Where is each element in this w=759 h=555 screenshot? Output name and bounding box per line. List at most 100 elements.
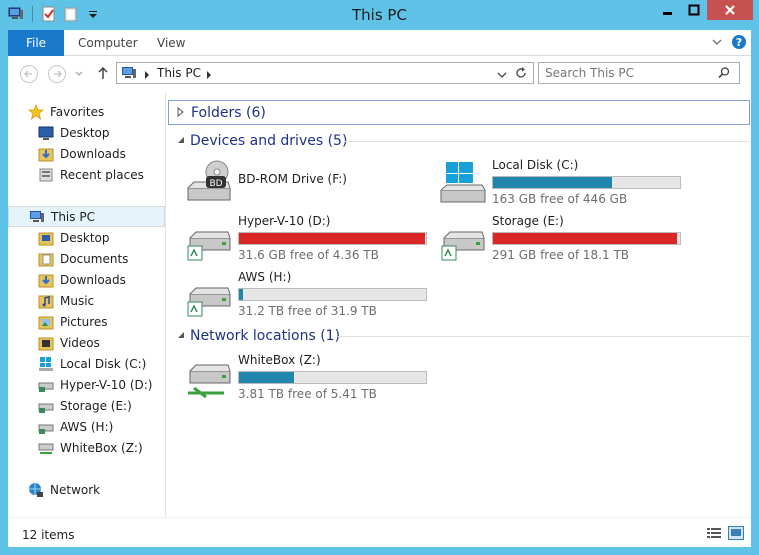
folders-group-header[interactable]: Folders (6) xyxy=(168,100,750,125)
drive-hyper-v-d[interactable]: Hyper-V-10 (D:) 31.6 GB free of 4.36 TB xyxy=(184,214,434,264)
sidebar-item-hyper-v-d[interactable]: Hyper-V-10 (D:) xyxy=(8,374,165,395)
breadcrumb-chevron-icon[interactable] xyxy=(205,69,213,83)
disk-drive-icon xyxy=(38,419,54,435)
back-button[interactable] xyxy=(20,65,38,83)
help-icon[interactable]: ? xyxy=(731,34,747,53)
title-bar: This PC xyxy=(0,0,759,30)
drive-storage-e[interactable]: Storage (E:) 291 GB free of 18.1 TB xyxy=(438,214,688,264)
breadcrumb-this-pc[interactable]: This PC xyxy=(157,66,201,80)
close-icon xyxy=(725,5,735,15)
up-arrow-icon[interactable] xyxy=(96,65,110,84)
sidebar-item-label: Storage (E:) xyxy=(60,398,132,413)
bd-rom-drive-icon: BD xyxy=(184,160,234,206)
drive-local-disk-c[interactable]: Local Disk (C:) 163 GB free of 446 GB xyxy=(438,158,688,208)
details-view-icon[interactable] xyxy=(706,526,722,540)
network-drive-icon xyxy=(38,440,54,456)
drive-usage-bar xyxy=(492,232,681,245)
sidebar-item-recent-places[interactable]: Recent places xyxy=(8,164,165,185)
sidebar-item-label: Downloads xyxy=(60,272,126,287)
sidebar-item-local-disk-c[interactable]: Local Disk (C:) xyxy=(8,353,165,374)
sidebar-item-label: Downloads xyxy=(60,146,126,161)
this-pc-icon xyxy=(121,65,137,84)
sidebar-item-documents[interactable]: Documents xyxy=(8,248,165,269)
sidebar-item-music[interactable]: Music xyxy=(8,290,165,311)
sidebar-item-pc-downloads[interactable]: Downloads xyxy=(8,269,165,290)
sidebar-item-label: Recent places xyxy=(60,167,144,182)
recent-places-icon xyxy=(38,167,54,183)
disk-drive-icon xyxy=(184,272,234,318)
search-box[interactable] xyxy=(538,62,740,84)
sidebar-item-label: Pictures xyxy=(60,314,108,329)
sidebar-item-whitebox-z[interactable]: WhiteBox (Z:) xyxy=(8,437,165,458)
network-drive-icon xyxy=(184,355,234,401)
tab-computer[interactable]: Computer xyxy=(78,30,138,56)
sidebar-item-pictures[interactable]: Pictures xyxy=(8,311,165,332)
group-divider xyxy=(338,336,750,337)
drive-usage-fill xyxy=(493,177,612,188)
search-icon[interactable] xyxy=(717,66,731,83)
windows-drive-icon xyxy=(38,356,54,372)
address-bar[interactable]: This PC xyxy=(116,62,534,84)
drive-aws-h[interactable]: AWS (H:) 31.2 TB free of 31.9 TB xyxy=(184,270,434,320)
sidebar-item-pc-desktop[interactable]: Desktop xyxy=(8,227,165,248)
drive-name: WhiteBox (Z:) xyxy=(238,353,321,367)
tab-file[interactable]: File xyxy=(8,30,64,56)
status-bar: 12 items xyxy=(8,517,751,547)
folders-group: Folders (6) xyxy=(169,101,266,125)
item-count: 12 items xyxy=(22,528,75,542)
address-dropdown-chevron-icon[interactable] xyxy=(497,69,507,83)
disk-drive-icon xyxy=(438,216,488,262)
tab-view[interactable]: View xyxy=(157,30,185,56)
this-pc-icon xyxy=(29,209,45,225)
expand-ribbon-icon[interactable] xyxy=(711,36,723,51)
drive-usage-bar xyxy=(492,176,681,189)
sidebar-item-label: Hyper-V-10 (D:) xyxy=(60,377,153,392)
forward-button[interactable] xyxy=(48,65,66,83)
content-area: Favorites Desktop Downloads Recent place… xyxy=(8,92,751,517)
collapse-chevron-icon xyxy=(176,135,186,148)
star-icon xyxy=(27,103,45,120)
sidebar-item-desktop[interactable]: Desktop xyxy=(8,122,165,143)
minimize-button[interactable] xyxy=(655,0,681,20)
drive-usage-fill xyxy=(239,233,425,244)
pictures-folder-icon xyxy=(38,314,54,330)
group-divider xyxy=(344,141,750,142)
recent-locations-chevron-icon[interactable] xyxy=(74,68,84,82)
sidebar-item-label: Desktop xyxy=(60,230,110,245)
ribbon-tabs: File Computer View ? xyxy=(8,30,751,56)
refresh-icon[interactable] xyxy=(514,66,528,83)
maximize-icon xyxy=(688,4,700,16)
sidebar-item-downloads[interactable]: Downloads xyxy=(8,143,165,164)
windows-drive-icon xyxy=(438,160,488,206)
drive-bd-rom[interactable]: BD BD-ROM Drive (F:) xyxy=(184,158,434,208)
sidebar-item-videos[interactable]: Videos xyxy=(8,332,165,353)
sidebar-item-label: Videos xyxy=(60,335,100,350)
drive-whitebox-z[interactable]: WhiteBox (Z:) 3.81 TB free of 5.41 TB xyxy=(184,353,434,403)
sidebar-item-label: Desktop xyxy=(60,125,110,140)
sidebar-item-storage-e[interactable]: Storage (E:) xyxy=(8,395,165,416)
sidebar-item-this-pc[interactable]: This PC xyxy=(8,206,165,227)
sidebar-item-network[interactable]: Network xyxy=(8,479,165,500)
sidebar-item-label: Local Disk (C:) xyxy=(60,356,147,371)
sidebar-item-favorites[interactable]: Favorites xyxy=(8,101,165,122)
network-icon xyxy=(28,482,44,498)
desktop-icon xyxy=(38,125,54,141)
desktop-folder-icon xyxy=(38,230,54,246)
disk-drive-icon xyxy=(184,216,234,262)
large-icons-view-icon[interactable] xyxy=(728,526,744,540)
music-folder-icon xyxy=(38,293,54,309)
maximize-button[interactable] xyxy=(681,0,707,20)
downloads-folder-icon xyxy=(38,272,54,288)
devices-group-header[interactable]: Devices and drives (5) xyxy=(168,129,347,153)
breadcrumb-chevron-icon[interactable] xyxy=(143,69,151,83)
drive-free-space: 163 GB free of 446 GB xyxy=(492,192,628,206)
back-arrow-icon xyxy=(24,70,32,78)
sidebar-item-aws-h[interactable]: AWS (H:) xyxy=(8,416,165,437)
sidebar-item-label: WhiteBox (Z:) xyxy=(60,440,143,455)
network-locations-group-header[interactable]: Network locations (1) xyxy=(168,324,340,348)
sidebar-item-label: AWS (H:) xyxy=(60,419,114,434)
svg-text:?: ? xyxy=(736,36,742,49)
close-button[interactable] xyxy=(707,0,753,20)
search-input[interactable] xyxy=(545,65,715,81)
group-label: Network locations (1) xyxy=(190,328,341,344)
